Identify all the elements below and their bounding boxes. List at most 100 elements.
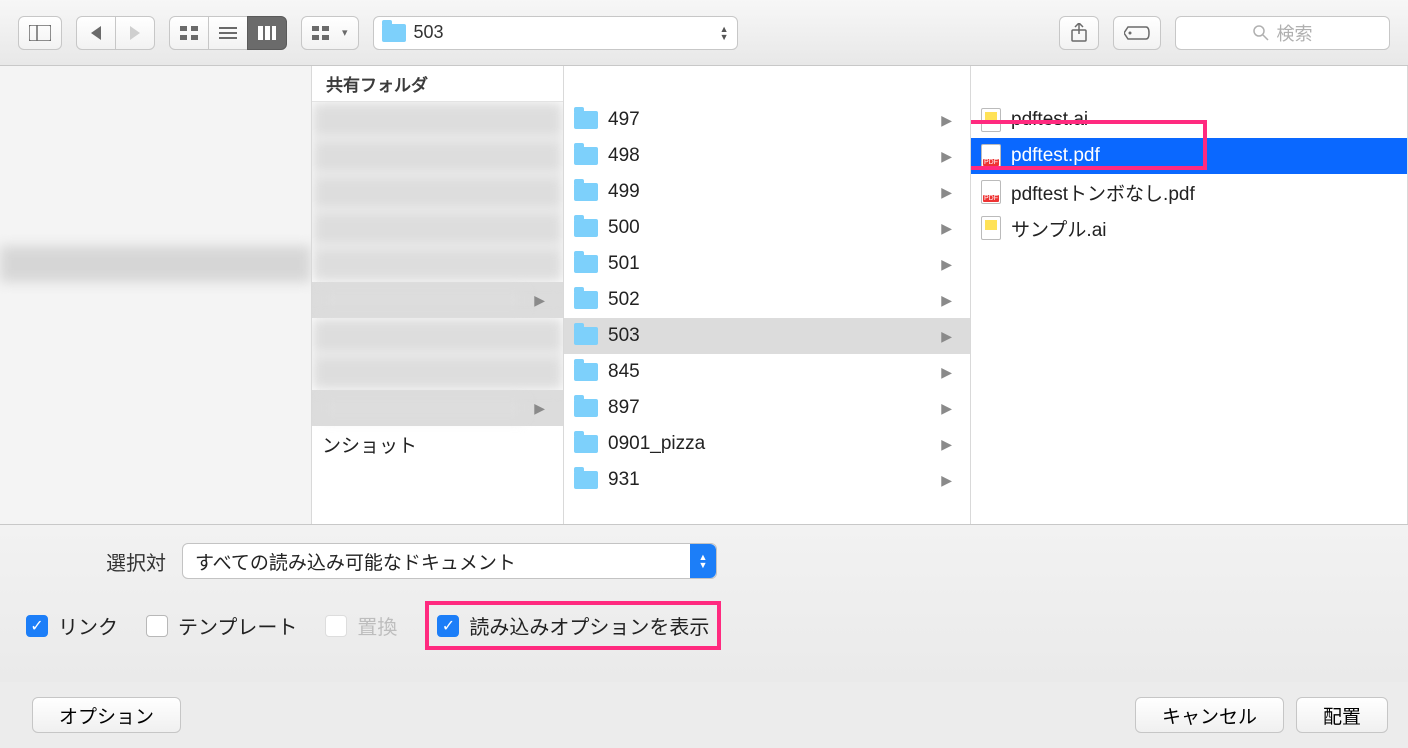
updown-icon: ▲▼ (720, 25, 729, 41)
sidebar-item[interactable]: xxxxxxxxx (0, 390, 311, 426)
place-button[interactable]: 配置 (1296, 697, 1388, 733)
folder-icon (574, 291, 598, 309)
template-checkbox[interactable]: テンプレート (146, 611, 297, 640)
search-icon (1253, 25, 1269, 41)
toolbar: ▾ 503 ▲▼ 検索 (0, 0, 1408, 66)
sidebar-item[interactable]: xxxxxxx (0, 210, 311, 246)
list-item[interactable]: ンショット (312, 426, 563, 462)
chevron-right-icon: ▶ (941, 436, 952, 453)
sidebar-item[interactable]: xxxxxxx (0, 138, 311, 174)
folder-icon (574, 111, 598, 129)
sidebar-item[interactable]: xxxxxxxx (0, 66, 311, 102)
chevron-right-icon: ▶ (941, 292, 952, 309)
folder-row[interactable]: 500▶ (564, 210, 970, 246)
file-row[interactable]: pdftestトンボなし.pdf (971, 174, 1407, 210)
view-icons-button[interactable] (169, 16, 209, 50)
share-button[interactable] (1059, 16, 1099, 50)
format-select-value: すべての読み込み可能なドキュメント (195, 548, 516, 575)
sidebar-item[interactable]: xxxxxxxxxxxx (0, 246, 311, 282)
list-item[interactable]: xxxxx (312, 318, 563, 354)
list-item[interactable]: xxxx▶ (312, 282, 563, 318)
file-row[interactable]: pdftest.pdf (971, 138, 1407, 174)
chevron-right-icon: ▶ (941, 472, 952, 489)
chevron-right-icon: ▶ (941, 148, 952, 165)
file-row[interactable]: サンプル.ai (971, 210, 1407, 246)
folder-row[interactable]: 503▶ (564, 318, 970, 354)
sidebar-column: xxxxxxxx xxxxxxxxxxxx xxxxxxx xxxxxxxx x… (0, 66, 312, 524)
sidebar-item[interactable]: xxxxxxxx (0, 318, 311, 354)
search-input[interactable]: 検索 (1175, 16, 1390, 50)
sidebar-item[interactable]: xxxxxxxxxxxx (0, 102, 311, 138)
list-item[interactable]: xxxxx (312, 138, 563, 174)
folder-row[interactable]: 499▶ (564, 174, 970, 210)
folder-name: 498 (608, 145, 640, 167)
folder-row[interactable]: 0901_pizza ▶ (564, 426, 970, 462)
back-button[interactable] (76, 16, 116, 50)
link-checkbox[interactable]: ✓ リンク (26, 611, 118, 640)
folder-icon (574, 219, 598, 237)
list-item[interactable]: xx (312, 102, 563, 138)
sidebar-item[interactable]: xxxxxxx (0, 282, 311, 318)
folder-icon (382, 24, 406, 42)
sidebar-item[interactable]: xxxxxx (0, 354, 311, 390)
chevron-right-icon: ▶ (941, 364, 952, 381)
checkbox-icon (325, 615, 347, 637)
folder-name: 897 (608, 397, 640, 419)
folder-row[interactable]: 845 ▶ (564, 354, 970, 390)
file-name: pdftest.ai (1011, 109, 1088, 131)
folder-row[interactable]: 931▶ (564, 462, 970, 498)
folder-column-3: . 497▶498▶499▶500▶501▶502▶503▶845▶897▶09… (564, 66, 971, 524)
folder-row[interactable]: 498 ▶ (564, 138, 970, 174)
folder-name: 0901_pizza (608, 433, 705, 455)
nav-group (76, 16, 155, 50)
view-list-button[interactable] (208, 16, 248, 50)
folder-row[interactable]: 897 ▶ (564, 390, 970, 426)
show-import-options-checkbox[interactable]: ✓ 読み込みオプションを表示 (437, 611, 709, 640)
file-name: サンプル.ai (1011, 215, 1107, 242)
file-row[interactable]: pdftest.ai (971, 102, 1407, 138)
folder-name: 500 (608, 217, 640, 239)
ai-file-icon (981, 216, 1001, 240)
cancel-button[interactable]: キャンセル (1135, 697, 1284, 733)
file-column: . pdftest.aipdftest.pdfpdftestトンボなし.pdfサ… (971, 66, 1408, 524)
sidebar-item[interactable]: xxxxxxxx (0, 174, 311, 210)
chevron-right-icon: ▶ (941, 256, 952, 273)
list-item[interactable]: xxxxxxxx (312, 210, 563, 246)
folder-name: 503 (608, 325, 640, 347)
folder-icon (574, 471, 598, 489)
folder-row[interactable]: 501▶ (564, 246, 970, 282)
options-button[interactable]: オプション (32, 697, 181, 733)
sidebar-item[interactable]: xxxxxxx (0, 426, 311, 462)
pdf-file-icon (981, 180, 1001, 204)
path-control[interactable]: 503 ▲▼ (373, 16, 738, 50)
folder-row[interactable]: 497 ▶ (564, 102, 970, 138)
list-item[interactable]: xxxxx▶ (312, 390, 563, 426)
chevron-right-icon: ▶ (941, 400, 952, 417)
folder-icon (574, 147, 598, 165)
list-item[interactable]: xxxx (312, 174, 563, 210)
forward-button[interactable] (115, 16, 155, 50)
format-select[interactable]: すべての読み込み可能なドキュメント ▲▼ (182, 543, 717, 579)
folder-column-2: 共有フォルダ xx xxxxx xxxx xxxxxxxx x xxxx▶ xx… (312, 66, 564, 524)
folder-name: 499 (608, 181, 640, 203)
sidebar-toggle-button[interactable] (18, 16, 62, 50)
folder-row[interactable]: 502▶ (564, 282, 970, 318)
folder-icon (574, 183, 598, 201)
sidebar-item[interactable]: xxxxxxxxxxxx (0, 462, 311, 498)
folder-name: 845 (608, 361, 640, 383)
dialog-footer: オプション キャンセル 配置 (0, 682, 1408, 748)
chevron-right-icon: ▶ (941, 112, 952, 129)
checkbox-icon: ✓ (437, 615, 459, 637)
pdf-file-icon (981, 144, 1001, 168)
view-columns-button[interactable] (247, 16, 287, 50)
folder-icon (574, 327, 598, 345)
folder-icon (574, 399, 598, 417)
folder-icon (574, 435, 598, 453)
filter-label: 選択対 (26, 547, 166, 576)
tags-button[interactable] (1113, 16, 1161, 50)
folder-name: 497 (608, 109, 640, 131)
list-item[interactable]: x (312, 246, 563, 282)
updown-icon: ▲▼ (690, 544, 716, 578)
group-by-button[interactable]: ▾ (301, 16, 359, 50)
list-item[interactable]: xx (312, 354, 563, 390)
